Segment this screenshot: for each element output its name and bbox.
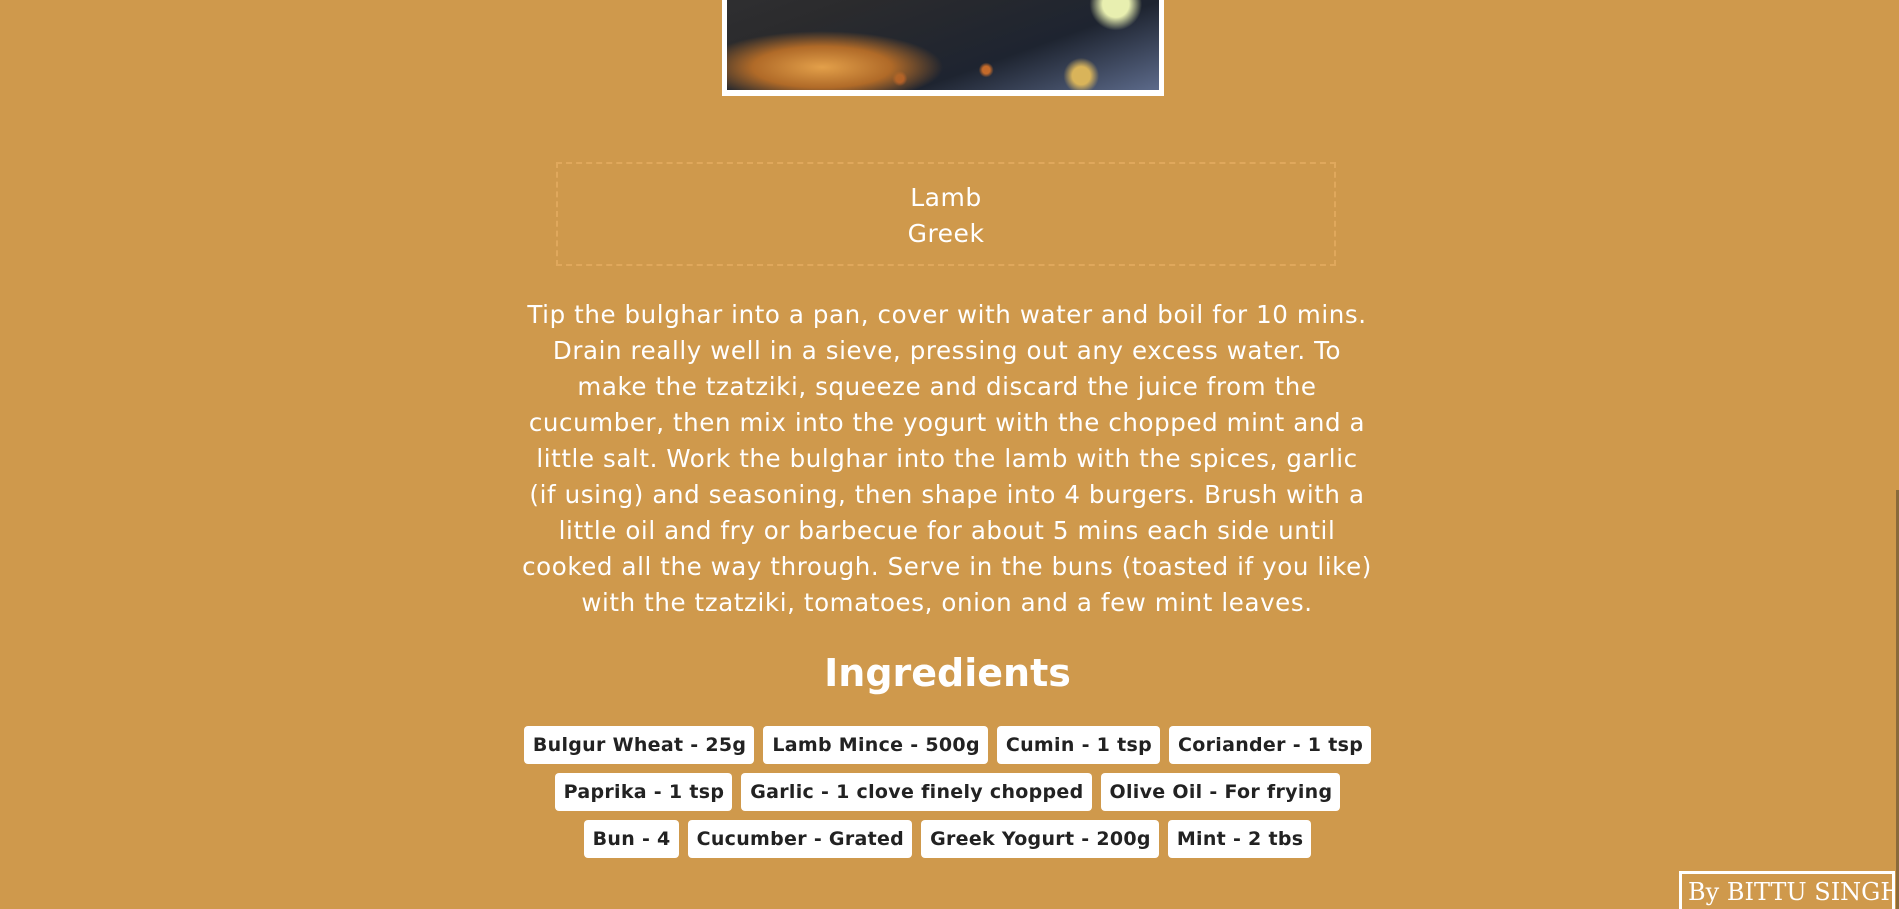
meal-area: Greek — [907, 219, 985, 248]
ingredients-heading: Ingredients — [824, 651, 1071, 695]
ingredient-chip: Lamb Mince - 500g — [763, 726, 988, 764]
ingredient-chip: Cucumber - Grated — [687, 820, 913, 858]
ingredient-chip: Olive Oil - For frying — [1100, 773, 1341, 811]
ingredient-chip: Paprika - 1 tsp — [554, 773, 733, 811]
ingredients-list: Bulgur Wheat - 25g Lamb Mince - 500g Cum… — [520, 726, 1375, 858]
meal-category: Lamb — [910, 183, 982, 212]
meal-tags-box: Lamb Greek — [556, 162, 1336, 266]
meal-photo — [727, 0, 1159, 90]
meal-image — [722, 0, 1164, 96]
ingredient-chip: Mint - 2 tbs — [1167, 820, 1312, 858]
ingredient-chip: Bulgur Wheat - 25g — [523, 726, 755, 764]
meal-instructions: Tip the bulghar into a pan, cover with w… — [522, 300, 1372, 617]
ingredient-chip: Greek Yogurt - 200g — [921, 820, 1159, 858]
meal-detail-page: Lamb Greek Tip the bulghar into a pan, c… — [0, 0, 1899, 909]
ingredient-chip: Cumin - 1 tsp — [996, 726, 1160, 764]
ingredient-chip: Coriander - 1 tsp — [1169, 726, 1372, 764]
ingredient-chip: Garlic - 1 clove finely chopped — [741, 773, 1092, 811]
ingredient-chip: Bun - 4 — [583, 820, 679, 858]
author-credit: By BITTU SINGH — [1679, 871, 1895, 909]
